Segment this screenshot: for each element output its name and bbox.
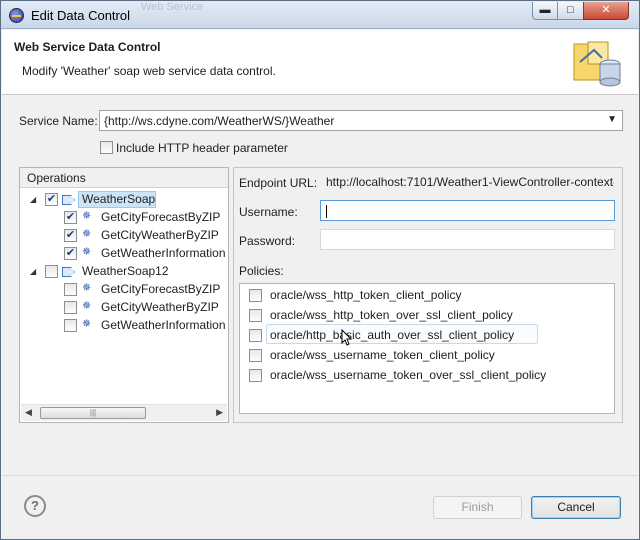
tree-item-weathersoap12[interactable]: WeatherSoap12 xyxy=(82,264,169,282)
tree-item-operation[interactable]: GetCityForecastByZIP xyxy=(101,282,220,300)
operation-gear-icon: ✵ xyxy=(82,282,92,294)
tree-item-operation[interactable]: GetCityForecastByZIP xyxy=(101,210,220,228)
op-checkbox[interactable] xyxy=(64,301,77,314)
include-http-header-label: Include HTTP header parameter xyxy=(116,141,288,155)
op-checkbox[interactable] xyxy=(64,319,77,332)
policy-checkbox[interactable] xyxy=(249,329,262,343)
service-name-label: Service Name: xyxy=(19,114,98,128)
policy-label: oracle/wss_http_token_over_ssl_client_po… xyxy=(270,308,513,322)
maximize-button[interactable]: □ xyxy=(557,2,584,20)
policy-item[interactable]: oracle/wss_username_token_over_ssl_clien… xyxy=(249,368,546,386)
title-bar[interactable]: Edit Data Control Web Service ▬ □ ✕ xyxy=(1,1,639,29)
op-checkbox[interactable] xyxy=(64,211,77,224)
eclipse-app-icon xyxy=(9,8,24,23)
tree-item-operation[interactable]: GetWeatherInformation xyxy=(101,318,227,336)
background-window-text: Web Service xyxy=(141,1,204,13)
operation-gear-icon: ✵ xyxy=(82,300,92,312)
operations-header: Operations xyxy=(20,168,228,188)
tree-item-weathersoap[interactable]: WeatherSoap xyxy=(82,192,155,210)
scroll-right-icon[interactable]: ▶ xyxy=(216,407,223,418)
operations-hscrollbar[interactable]: ◀ ||| ▶ xyxy=(21,404,227,421)
include-http-header-checkbox[interactable] xyxy=(100,141,113,154)
minimize-button[interactable]: ▬ xyxy=(532,2,558,20)
edit-data-control-dialog: Edit Data Control Web Service ▬ □ ✕ Web … xyxy=(0,0,640,540)
scroll-thumb[interactable]: ||| xyxy=(40,407,146,419)
tree-item-operation[interactable]: GetWeatherInformation xyxy=(101,246,227,264)
policies-label: Policies: xyxy=(239,264,284,278)
collapse-icon[interactable]: ◢ xyxy=(30,267,36,276)
policy-checkbox[interactable] xyxy=(249,289,262,303)
op-checkbox[interactable] xyxy=(64,247,77,260)
operation-gear-icon: ✵ xyxy=(82,228,92,240)
service-name-select[interactable]: {http://ws.cdyne.com/WeatherWS/}Weather … xyxy=(99,110,623,131)
policy-item[interactable]: oracle/http_basic_auth_over_ssl_client_p… xyxy=(249,328,514,346)
chevron-down-icon: ▼ xyxy=(607,114,617,125)
mouse-pointer-icon xyxy=(341,329,353,346)
endpoint-url-value: http://localhost:7101/Weather1-ViewContr… xyxy=(326,175,615,189)
policy-label: oracle/wss_username_token_client_policy xyxy=(270,348,495,362)
username-input[interactable] xyxy=(320,200,615,221)
weathersoap-checkbox[interactable] xyxy=(45,193,58,206)
footer-separator xyxy=(2,475,638,476)
weathersoap12-checkbox[interactable] xyxy=(45,265,58,278)
cancel-button[interactable]: Cancel xyxy=(531,496,621,519)
help-icon[interactable]: ? xyxy=(24,495,46,517)
password-label: Password: xyxy=(239,234,296,248)
op-checkbox[interactable] xyxy=(64,283,77,296)
collapse-icon[interactable]: ◢ xyxy=(30,195,36,204)
banner-title: Web Service Data Control xyxy=(14,40,161,54)
policy-item[interactable]: oracle/wss_http_token_over_ssl_client_po… xyxy=(249,308,513,326)
policy-item[interactable]: oracle/wss_http_token_client_policy xyxy=(249,288,461,306)
op-checkbox[interactable] xyxy=(64,229,77,242)
operation-gear-icon: ✵ xyxy=(82,246,92,258)
banner-description: Modify 'Weather' soap web service data c… xyxy=(22,64,276,78)
policy-label: oracle/http_basic_auth_over_ssl_client_p… xyxy=(270,328,515,342)
policy-checkbox[interactable] xyxy=(249,369,262,383)
service-name-value: {http://ws.cdyne.com/WeatherWS/}Weather xyxy=(104,114,335,128)
policy-checkbox[interactable] xyxy=(249,309,262,323)
close-button[interactable]: ✕ xyxy=(583,2,629,20)
finish-button[interactable]: Finish xyxy=(433,496,522,519)
scroll-left-icon[interactable]: ◀ xyxy=(25,407,32,418)
password-input[interactable] xyxy=(320,229,615,250)
endpoint-url-field[interactable]: http://localhost:7101/Weather1-ViewContr… xyxy=(320,171,615,192)
username-label: Username: xyxy=(239,205,298,219)
policy-checkbox[interactable] xyxy=(249,349,262,363)
tree-item-operation[interactable]: GetCityWeatherByZIP xyxy=(101,300,219,318)
text-caret xyxy=(326,205,327,219)
policy-item[interactable]: oracle/wss_username_token_client_policy xyxy=(249,348,495,366)
endpoint-url-label: Endpoint URL: xyxy=(239,176,318,190)
window-title: Edit Data Control xyxy=(31,8,130,23)
data-control-wizard-icon xyxy=(573,41,621,87)
policy-label: oracle/wss_http_token_client_policy xyxy=(270,288,462,302)
operation-gear-icon: ✵ xyxy=(82,318,92,330)
policy-label: oracle/wss_username_token_over_ssl_clien… xyxy=(270,368,547,382)
operation-gear-icon: ✵ xyxy=(82,210,92,222)
header-banner: Web Service Data Control Modify 'Weather… xyxy=(2,30,638,95)
tree-item-operation[interactable]: GetCityWeatherByZIP xyxy=(101,228,219,246)
